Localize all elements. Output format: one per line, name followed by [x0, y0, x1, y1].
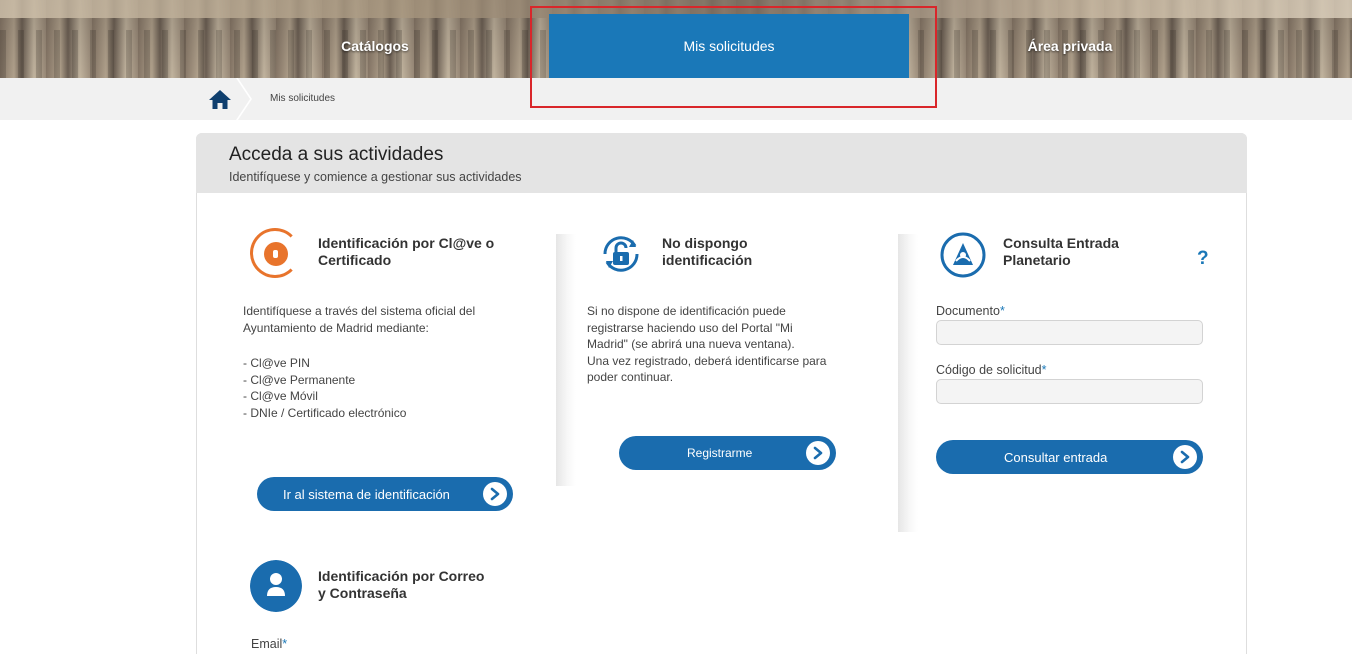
planetario-title: Consulta Entrada Planetario	[1003, 235, 1119, 269]
clave-option: - Cl@ve Móvil	[243, 389, 318, 403]
arrow-right-icon	[483, 482, 507, 506]
register-desc-line: poder continuar.	[587, 370, 674, 384]
required-mark: *	[999, 304, 1005, 318]
register-button-label: Registrarme	[687, 446, 753, 460]
consultar-entrada-button-label: Consultar entrada	[1004, 449, 1108, 465]
register-desc-line: registrarse haciendo uso del Portal "Mi	[587, 320, 793, 335]
tab-mis-solicitudes[interactable]: Mis solicitudes	[549, 14, 909, 78]
email-label: Email*	[251, 637, 287, 651]
register-desc-line: Una vez registrado, deberá identificarse…	[587, 353, 827, 368]
correo-title: Identificación por Correo y Contraseña	[318, 568, 484, 602]
codigo-label: Código de solicitud*	[936, 363, 1047, 377]
home-icon[interactable]	[207, 88, 233, 110]
clave-option: - Cl@ve PIN	[243, 356, 310, 370]
correo-title-line1: Identificación por Correo	[318, 568, 485, 584]
codigo-label-text: Código de solicitud	[936, 363, 1042, 377]
email-label-text: Email	[251, 637, 283, 651]
unlock-icon	[603, 236, 639, 272]
register-button[interactable]: Registrarme	[619, 436, 836, 470]
column-divider	[556, 234, 576, 486]
clave-icon-dot	[273, 250, 278, 258]
help-icon[interactable]: ?	[1197, 248, 1209, 270]
clave-option: - DNIe / Certificado electrónico	[243, 405, 407, 420]
clave-option: - Cl@ve Permanente	[243, 372, 356, 387]
required-mark: *	[1041, 363, 1047, 377]
identification-system-button[interactable]: Ir al sistema de identificación	[257, 477, 513, 511]
planetarium-icon	[940, 232, 986, 278]
column-divider	[898, 234, 918, 532]
register-description: Si no dispone de identificación puede re…	[587, 303, 826, 386]
register-title: No dispongo identificación	[662, 235, 752, 269]
planetario-title-line1: Consulta Entrada	[1003, 235, 1119, 251]
breadcrumb-current[interactable]: Mis solicitudes	[270, 93, 335, 104]
arrow-right-icon	[1173, 445, 1197, 469]
clave-options-list: - Cl@ve PIN - Cl@ve Permanente - Cl@ve M…	[243, 355, 406, 421]
breadcrumb	[0, 78, 1352, 120]
identification-system-button-label: Ir al sistema de identificación	[283, 486, 450, 502]
register-desc-line: Si no dispone de identificación puede	[587, 304, 786, 318]
register-desc-line: Madrid" (se abrirá una nueva ventana).	[587, 337, 795, 351]
documento-label-text: Documento	[936, 304, 1000, 318]
planetario-title-line2: Planetario	[1003, 252, 1071, 268]
tab-catalogos[interactable]: Catálogos	[220, 14, 530, 78]
documento-input[interactable]	[936, 320, 1203, 345]
clave-title-line1: Identificación por Cl@ve o	[318, 235, 495, 251]
clave-title: Identificación por Cl@ve o Certificado	[318, 235, 494, 269]
clave-title-line2: Certificado	[318, 252, 392, 268]
tab-area-privada[interactable]: Área privada	[910, 14, 1230, 78]
consultar-entrada-button[interactable]: Consultar entrada	[936, 440, 1203, 474]
breadcrumb-separator-icon	[236, 78, 252, 120]
clave-desc-line1: Identifíquese a través del sistema ofici…	[243, 304, 476, 318]
documento-label: Documento*	[936, 304, 1005, 318]
card-subtitle: Identifíquese y comience a gestionar sus…	[229, 170, 522, 184]
correo-title-line2: y Contraseña	[318, 585, 407, 601]
clave-description: Identifíquese a través del sistema ofici…	[243, 303, 475, 336]
arrow-right-icon	[806, 441, 830, 465]
clave-desc-line2: Ayuntamiento de Madrid mediante:	[243, 320, 429, 335]
card-title: Acceda a sus actividades	[229, 144, 444, 165]
codigo-solicitud-input[interactable]	[936, 379, 1203, 404]
register-title-line2: identificación	[662, 252, 753, 268]
required-mark: *	[282, 637, 288, 651]
register-title-line1: No dispongo	[662, 235, 748, 251]
user-icon	[250, 560, 302, 612]
